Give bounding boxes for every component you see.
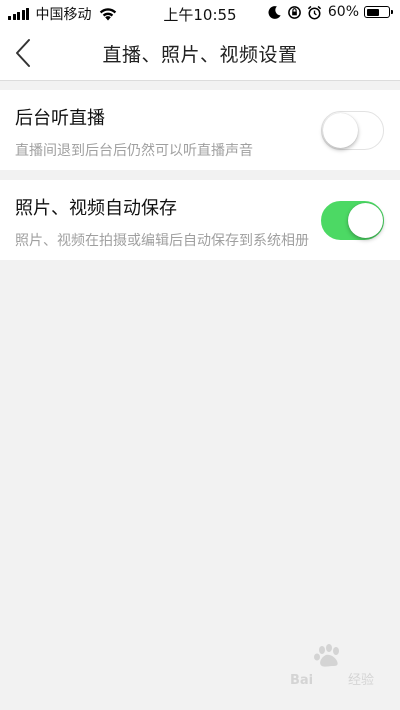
setting-auto-save-media: 照片、视频自动保存 照片、视频在拍摄或编辑后自动保存到系统相册 bbox=[0, 180, 400, 260]
svg-text:Bai: Bai bbox=[290, 673, 313, 688]
toggle-knob bbox=[322, 112, 358, 148]
status-right: 60% bbox=[262, 4, 393, 20]
background-live-toggle[interactable] bbox=[321, 111, 384, 150]
toggle-knob bbox=[347, 202, 383, 238]
setting-title: 后台听直播 bbox=[15, 108, 105, 129]
battery-percent: 60% bbox=[327, 4, 359, 20]
auto-save-toggle[interactable] bbox=[321, 201, 384, 240]
setting-background-live: 后台听直播 直播间退到后台后仍然可以听直播声音 bbox=[0, 90, 400, 170]
page-title: 直播、照片、视频设置 bbox=[102, 44, 298, 66]
alarm-icon bbox=[307, 5, 321, 19]
orientation-lock-icon bbox=[288, 5, 301, 19]
setting-description: 直播间退到后台后仍然可以听直播声音 bbox=[15, 143, 253, 159]
setting-title: 照片、视频自动保存 bbox=[15, 198, 177, 219]
svg-text:经验: 经验 bbox=[348, 672, 374, 688]
status-bar: 中国移动 上午10:55 60% bbox=[0, 0, 400, 26]
battery-icon bbox=[364, 6, 393, 18]
baidu-jingyan-watermark-logo: Bai 经验 bbox=[290, 644, 374, 688]
setting-description: 照片、视频在拍摄或编辑后自动保存到系统相册 bbox=[15, 233, 309, 249]
nav-bar: 直播、照片、视频设置 bbox=[0, 26, 400, 81]
moon-icon bbox=[268, 5, 281, 19]
